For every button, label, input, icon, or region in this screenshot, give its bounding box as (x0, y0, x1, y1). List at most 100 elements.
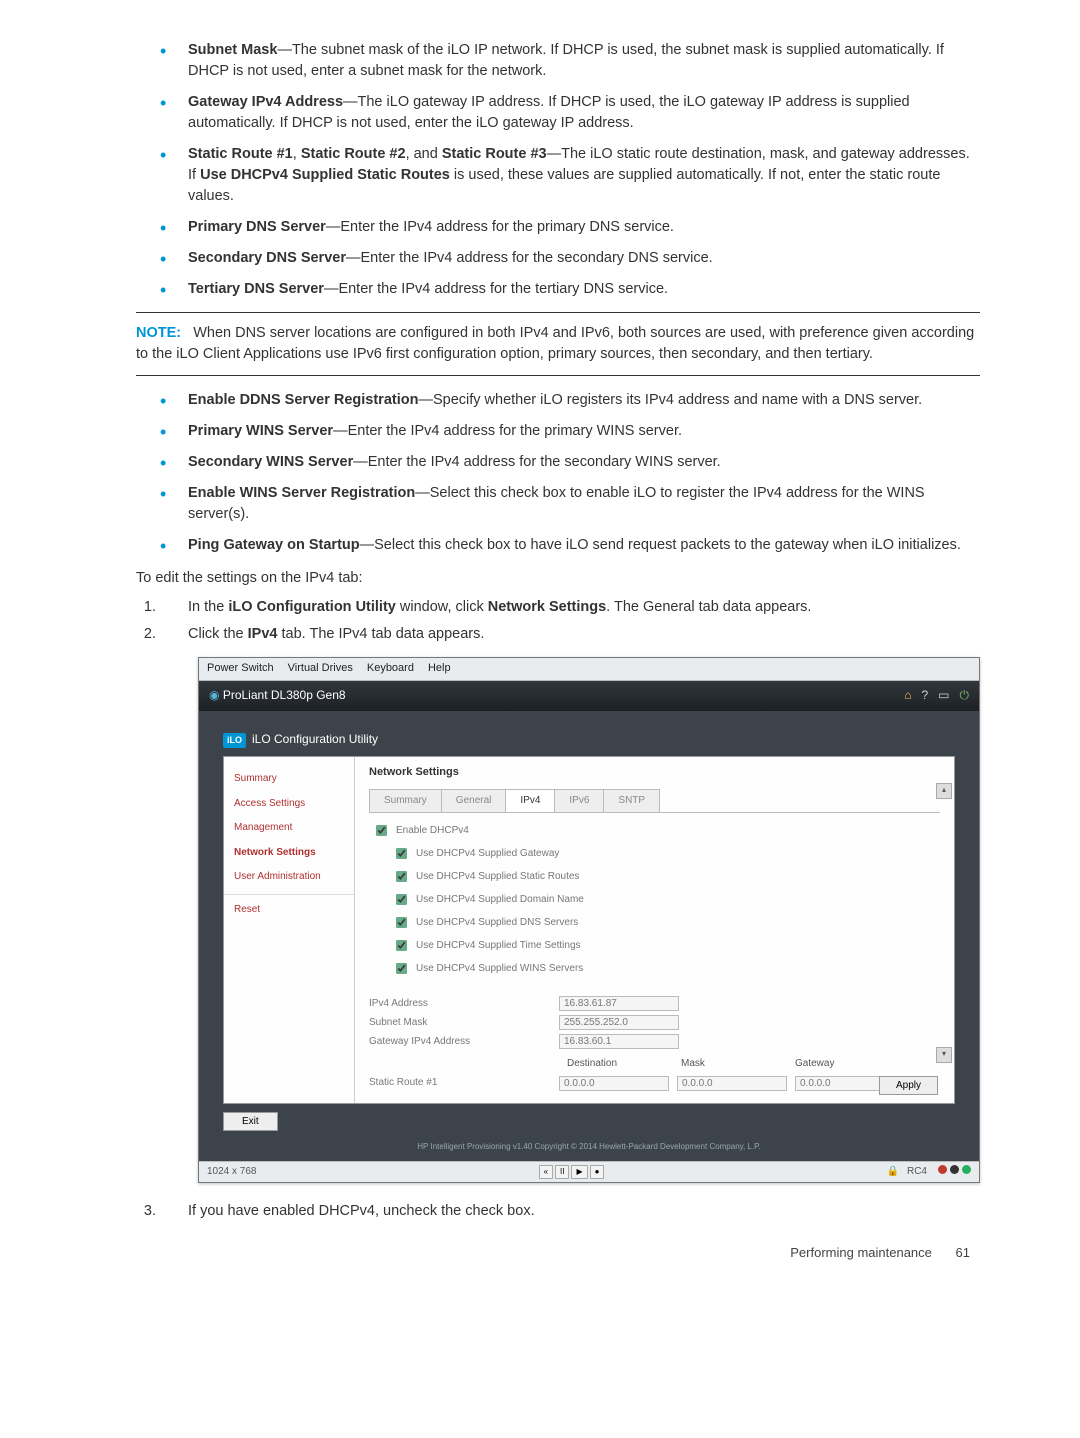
help-icon[interactable]: ? (921, 687, 928, 704)
sidebar-item-summary[interactable]: Summary (224, 767, 354, 792)
tab-bar: Summary General IPv4 IPv6 SNTP (369, 789, 940, 814)
lock-icon: 🔒 (887, 1165, 899, 1180)
copyright-text: HP Intelligent Provisioning v1.40 Copyri… (223, 1141, 955, 1153)
menu-item[interactable]: Virtual Drives (288, 661, 353, 677)
menu-item[interactable]: Help (428, 661, 451, 677)
opt-wins[interactable]: Use DHCPv4 Supplied WINS Servers (391, 959, 940, 978)
steps-list-cont: If you have enabled DHCPv4, uncheck the … (100, 1201, 980, 1222)
desc: —The subnet mask of the iLO IP network. … (188, 42, 944, 79)
titlebar: ◉ ProLiant DL380p Gen8 ⌂ ? ▭ ⏻ (199, 681, 979, 710)
bullet-list-2: Enable DDNS Server Registration—Specify … (100, 390, 980, 556)
screenshot-window: Power Switch Virtual Drives Keyboard Hel… (198, 657, 980, 1183)
tab-summary[interactable]: Summary (369, 789, 442, 813)
desc: —Enter the IPv4 address for the secondar… (346, 250, 713, 266)
home-icon[interactable]: ⌂ (904, 687, 911, 704)
footer-label: Performing maintenance (790, 1245, 932, 1260)
rewind-icon[interactable]: « (539, 1165, 553, 1179)
sidebar-item-management[interactable]: Management (224, 816, 354, 841)
ilo-badge-icon: iLO (223, 733, 246, 748)
rc-label: RC4 (907, 1165, 927, 1180)
tab-ipv6[interactable]: IPv6 (554, 789, 604, 813)
pause-icon[interactable]: II (555, 1165, 569, 1179)
sidebar-item-access[interactable]: Access Settings (224, 792, 354, 817)
power-icon[interactable]: ⏻ (960, 687, 970, 704)
list-item: Static Route #1, Static Route #2, and St… (160, 144, 980, 207)
term: Primary DNS Server (188, 219, 326, 235)
list-item: Enable WINS Server Registration—Select t… (160, 483, 980, 525)
exit-button[interactable]: Exit (223, 1112, 278, 1131)
content-pane: Network Settings Summary General IPv4 IP… (355, 757, 954, 1103)
step-3: If you have enabled DHCPv4, uncheck the … (160, 1201, 980, 1222)
list-item: Subnet Mask—The subnet mask of the iLO I… (160, 40, 980, 82)
remote-console-menubar: Power Switch Virtual Drives Keyboard Hel… (199, 658, 979, 681)
edit-intro: To edit the settings on the IPv4 tab: (136, 568, 980, 589)
row-ipv4-address: IPv4 Address (369, 996, 940, 1011)
route-header: Destination Mask Gateway (369, 1057, 940, 1072)
hp-logo-icon: ◉ (209, 688, 219, 702)
term: Enable WINS Server Registration (188, 485, 415, 501)
status-bar: 1024 x 768 « II ▶ ● 🔒 RC4 (199, 1161, 979, 1183)
step-2: Click the IPv4 tab. The IPv4 tab data ap… (160, 624, 980, 645)
bold-phrase: Use DHCPv4 Supplied Static Routes (200, 167, 450, 183)
term: Ping Gateway on Startup (188, 537, 360, 553)
tab-general[interactable]: General (441, 789, 507, 813)
desc: —Enter the IPv4 address for the tertiary… (324, 281, 668, 297)
term: Enable DDNS Server Registration (188, 392, 418, 408)
term: Static Route #1 (188, 146, 293, 162)
desc: —Enter the IPv4 address for the secondar… (353, 454, 721, 470)
utility-title: iLOiLO Configuration Utility (223, 731, 955, 748)
row-gateway: Gateway IPv4 Address (369, 1034, 940, 1049)
sidebar-item-network[interactable]: Network Settings (224, 841, 354, 866)
term: Primary WINS Server (188, 423, 333, 439)
resolution-label: 1024 x 768 (207, 1165, 257, 1180)
desc: —Specify whether iLO registers its IPv4 … (418, 392, 922, 408)
desc: —Enter the IPv4 address for the primary … (326, 219, 674, 235)
apply-button[interactable]: Apply (879, 1076, 938, 1095)
list-item: Primary DNS Server—Enter the IPv4 addres… (160, 217, 980, 238)
opt-time[interactable]: Use DHCPv4 Supplied Time Settings (391, 936, 940, 955)
playback-controls: « II ▶ ● (539, 1165, 605, 1179)
opt-dns[interactable]: Use DHCPv4 Supplied DNS Servers (391, 913, 940, 932)
ipv4-address-input[interactable] (559, 996, 679, 1011)
section-heading: Network Settings (369, 765, 940, 781)
opt-domain[interactable]: Use DHCPv4 Supplied Domain Name (391, 890, 940, 909)
list-item: Enable DDNS Server Registration—Specify … (160, 390, 980, 411)
page-number: 61 (956, 1245, 970, 1260)
list-item: Gateway IPv4 Address—The iLO gateway IP … (160, 92, 980, 134)
menu-item[interactable]: Keyboard (367, 661, 414, 677)
opt-gateway[interactable]: Use DHCPv4 Supplied Gateway (391, 844, 940, 863)
play-icon[interactable]: ▶ (571, 1165, 587, 1179)
list-item: Secondary DNS Server—Enter the IPv4 addr… (160, 248, 980, 269)
route-dest-input[interactable] (559, 1076, 669, 1091)
term: Static Route #2 (301, 146, 406, 162)
row-static-route-1: Static Route #1 (369, 1076, 940, 1091)
step-1: In the iLO Configuration Utility window,… (160, 597, 980, 618)
list-item: Ping Gateway on Startup—Select this chec… (160, 535, 980, 556)
menu-item[interactable]: Power Switch (207, 661, 274, 677)
record-icon[interactable]: ● (590, 1165, 605, 1179)
row-subnet-mask: Subnet Mask (369, 1015, 940, 1030)
tab-ipv4[interactable]: IPv4 (505, 789, 555, 813)
window-icon[interactable]: ▭ (938, 687, 949, 704)
desc: —Enter the IPv4 address for the primary … (333, 423, 682, 439)
list-item: Tertiary DNS Server—Enter the IPv4 addre… (160, 279, 980, 300)
route-mask-input[interactable] (677, 1076, 787, 1091)
sidebar-item-users[interactable]: User Administration (224, 865, 354, 890)
term: Secondary WINS Server (188, 454, 353, 470)
note-label: NOTE: (136, 325, 181, 341)
sidebar-item-reset[interactable]: Reset (224, 894, 354, 923)
gateway-input[interactable] (559, 1034, 679, 1049)
page-footer: Performing maintenance 61 (100, 1244, 980, 1263)
scroll-down-icon[interactable]: ▾ (936, 1047, 952, 1063)
scroll-up-icon[interactable]: ▴ (936, 783, 952, 799)
tab-sntp[interactable]: SNTP (603, 789, 660, 813)
subnet-mask-input[interactable] (559, 1015, 679, 1030)
term: Subnet Mask (188, 42, 277, 58)
term: Secondary DNS Server (188, 250, 346, 266)
opt-static-routes[interactable]: Use DHCPv4 Supplied Static Routes (391, 867, 940, 886)
config-panel: Summary Access Settings Management Netwo… (223, 756, 955, 1104)
note-box: NOTE: When DNS server locations are conf… (136, 312, 980, 376)
term: Static Route #3 (442, 146, 547, 162)
enable-dhcpv4-check[interactable]: Enable DHCPv4 (371, 821, 940, 840)
desc: —Select this check box to have iLO send … (360, 537, 961, 553)
